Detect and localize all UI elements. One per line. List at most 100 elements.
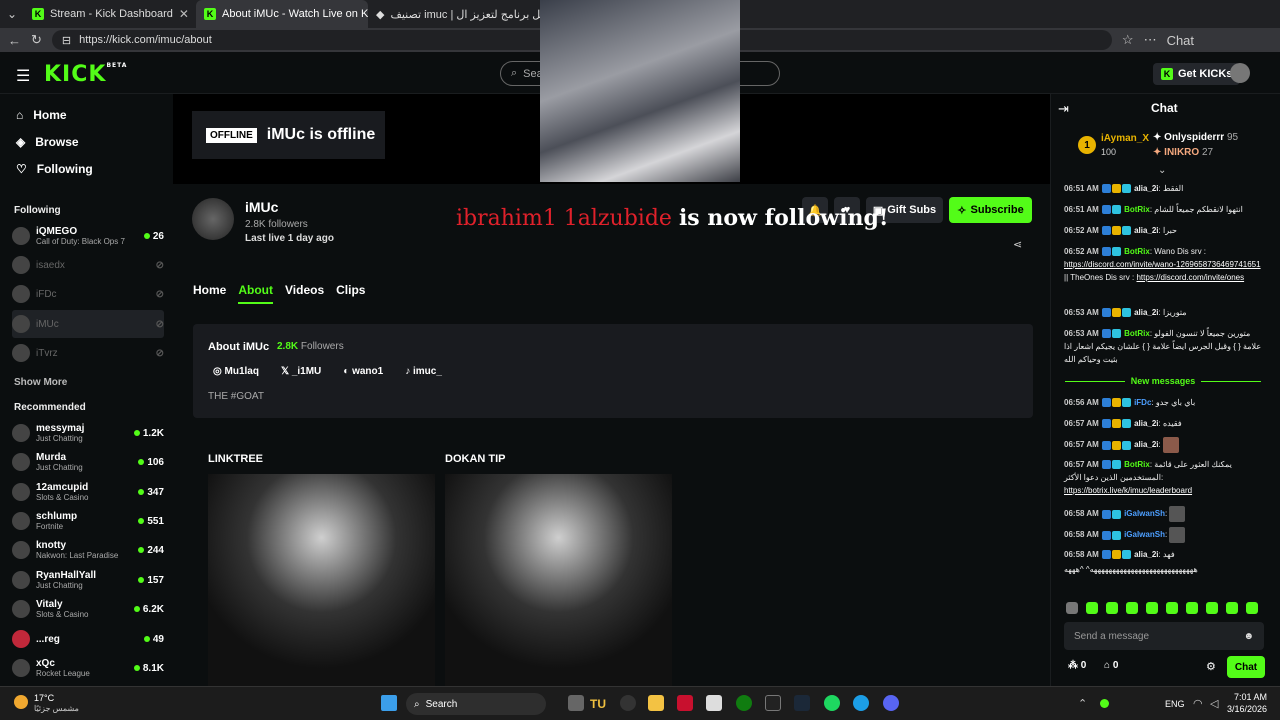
browser-tab-3[interactable]: ◆تصنيف imuc | أفضل برنامج لتعزيز ال...✕ (368, 0, 540, 28)
chat-input[interactable]: Send a message ☻ (1064, 622, 1264, 650)
taskbar-search[interactable]: ⌕ Search (406, 693, 546, 715)
emote-icon[interactable] (1106, 602, 1118, 614)
chat-link[interactable]: https://discord.com/invite/wano-12696587… (1064, 260, 1261, 269)
tab-clips[interactable]: Clips (336, 283, 365, 304)
clock-time[interactable]: 7:01 AM (1229, 692, 1267, 702)
steam-icon[interactable] (794, 695, 810, 711)
back-icon[interactable]: ← (8, 33, 21, 48)
diamond-favicon-icon: ◆ (376, 8, 385, 21)
tray-app-icon[interactable] (1100, 699, 1109, 708)
clock-date[interactable]: 3/16/2026 (1222, 704, 1267, 714)
close-icon[interactable]: ✕ (179, 7, 189, 21)
weather-temp[interactable]: 17°C (34, 693, 54, 703)
tu-app-icon[interactable]: TU (590, 697, 606, 711)
chat-link[interactable]: https://discord.com/invite/ones (1136, 273, 1244, 282)
kick-logo[interactable]: KICKBETA (44, 62, 127, 87)
obs-icon[interactable] (620, 695, 636, 711)
following-channel-iqmego[interactable]: iQMEGO Call of Duty: Black Ops 7 26 (12, 222, 164, 250)
emote-icon[interactable] (1126, 602, 1138, 614)
browser-tab-1[interactable]: K Stream - Kick Dashboard ✕ (24, 0, 196, 28)
more-icon[interactable]: ⋯ (1144, 32, 1157, 48)
edge-icon[interactable] (853, 695, 869, 711)
following-channel-isaedx[interactable]: isaedx ⊘ (12, 251, 164, 279)
chat-link[interactable]: https://botrix.live/k/imuc/leaderboard (1064, 486, 1192, 495)
emote-icon[interactable] (1086, 602, 1098, 614)
emote-icon[interactable] (1206, 602, 1218, 614)
tab-about[interactable]: About (238, 283, 273, 304)
subscribe-button[interactable]: ✧ Subscribe (949, 197, 1032, 223)
recommended-channel[interactable]: knotty Nakwon: Last Paradise 244 (12, 536, 164, 564)
chat-message: 06:57 AM alia_2i: (1064, 437, 1264, 453)
new-messages-divider: New messages (1058, 376, 1268, 386)
avatar (12, 315, 30, 333)
store-app-icon[interactable] (706, 695, 722, 711)
avatar[interactable] (1230, 63, 1250, 83)
emote-icon[interactable] (1146, 602, 1158, 614)
sidebar: ⌂ Home ◈ Browse ♡ Following Following iQMEG… (0, 94, 173, 686)
send-chat-button[interactable]: Chat (1227, 656, 1265, 678)
social-instagram[interactable]: ◎ Mu1laq (213, 366, 259, 377)
task-view-icon[interactable] (568, 695, 584, 711)
points-icon: ⁂ (1068, 660, 1078, 671)
file-explorer-icon[interactable] (648, 695, 664, 711)
emote-icon[interactable] (1066, 602, 1078, 614)
emote-icon[interactable] (1226, 602, 1238, 614)
language-indicator[interactable]: ENG (1165, 699, 1185, 709)
panel-image-dokan-tip[interactable] (445, 474, 672, 686)
discord-icon[interactable] (883, 695, 899, 711)
recommended-channel[interactable]: 12amcupid Slots & Casino 347 (12, 478, 164, 506)
about-title: About iMUc (208, 341, 270, 353)
sidebar-item-following[interactable]: ♡ Following (16, 162, 93, 176)
volume-icon[interactable]: ◁ (1210, 697, 1218, 710)
show-more-button[interactable]: Show More (14, 377, 67, 388)
recommended-channel[interactable]: ...reg 49 (12, 625, 164, 653)
sidebar-item-home[interactable]: ⌂ Home (16, 108, 67, 122)
recommended-channel[interactable]: messymaj Just Chatting 1.2K (12, 419, 164, 447)
social-tiktok[interactable]: ♪ imuc_ (405, 366, 442, 377)
collapse-chat-icon[interactable]: ⇥ (1058, 101, 1069, 117)
tray-chevron-icon[interactable]: ⌃ (1078, 697, 1087, 710)
emote-icon[interactable] (1186, 602, 1198, 614)
social-x[interactable]: 𝕏 _i1MU (281, 366, 321, 377)
emote-icon[interactable] (1246, 602, 1258, 614)
panel-image-linktree[interactable] (208, 474, 435, 686)
avatar (12, 659, 30, 677)
sidebar-item-browse[interactable]: ◈ Browse (16, 135, 79, 149)
channel-avatar[interactable] (192, 198, 234, 240)
emote-icon[interactable] (1166, 602, 1178, 614)
recommended-channel[interactable]: Murda Just Chatting 106 (12, 448, 164, 476)
recommended-channel[interactable]: Vitaly Slots & Casino 6.2K (12, 595, 164, 623)
social-discord[interactable]: ◐ wano1 (343, 366, 383, 377)
get-kicks-button[interactable]: K Get KICKs (1153, 63, 1241, 85)
offline-badge: OFFLINE (206, 127, 257, 143)
store-button[interactable]: ⌂ 0 (1104, 660, 1118, 671)
pinned-chevron-icon[interactable]: ⌄ (1158, 165, 1166, 176)
recommended-channel[interactable]: schlump Fortnite 551 (12, 507, 164, 535)
following-channel-ifdc[interactable]: iFDc ⊘ (12, 280, 164, 308)
tab-list-chevron-icon[interactable]: ⌄ (0, 7, 24, 21)
recommended-channel[interactable]: xQc Rocket League 8.1K (12, 654, 164, 682)
emoji-icon[interactable]: ☻ (1243, 631, 1254, 642)
recommended-channel[interactable]: RyanHallYall Just Chatting 157 (12, 566, 164, 594)
following-channel-itvrz[interactable]: iTvrz ⊘ (12, 339, 164, 367)
tab-videos[interactable]: Videos (285, 283, 324, 304)
menu-icon[interactable]: ☰ (16, 66, 30, 86)
copilot-chat-button[interactable]: Chat (1167, 33, 1194, 48)
browser-tab-2[interactable]: KAbout iMUc - Watch Live on Kick✕ (196, 0, 368, 28)
lock-icon: ⊟ (61, 34, 72, 47)
epic-games-icon[interactable] (765, 695, 781, 711)
windows-start-icon[interactable] (381, 695, 397, 711)
amd-icon[interactable] (677, 695, 693, 711)
tab-home[interactable]: Home (193, 283, 226, 304)
extensions-icon[interactable]: ☆ (1122, 32, 1134, 48)
wifi-icon[interactable]: ◠ (1193, 697, 1203, 710)
panel-title-linktree: LINKTREE (208, 453, 263, 465)
spotify-icon[interactable] (824, 695, 840, 711)
settings-icon[interactable]: ⚙ (1206, 660, 1216, 673)
share-icon[interactable]: ⋖ (1013, 238, 1022, 251)
reload-icon[interactable]: ↻ (31, 32, 42, 48)
following-channel-imuc[interactable]: iMUc ⊘ (12, 310, 164, 338)
channel-points[interactable]: ⁂ 0 (1068, 660, 1086, 671)
xbox-icon[interactable] (736, 695, 752, 711)
avatar (12, 541, 30, 559)
